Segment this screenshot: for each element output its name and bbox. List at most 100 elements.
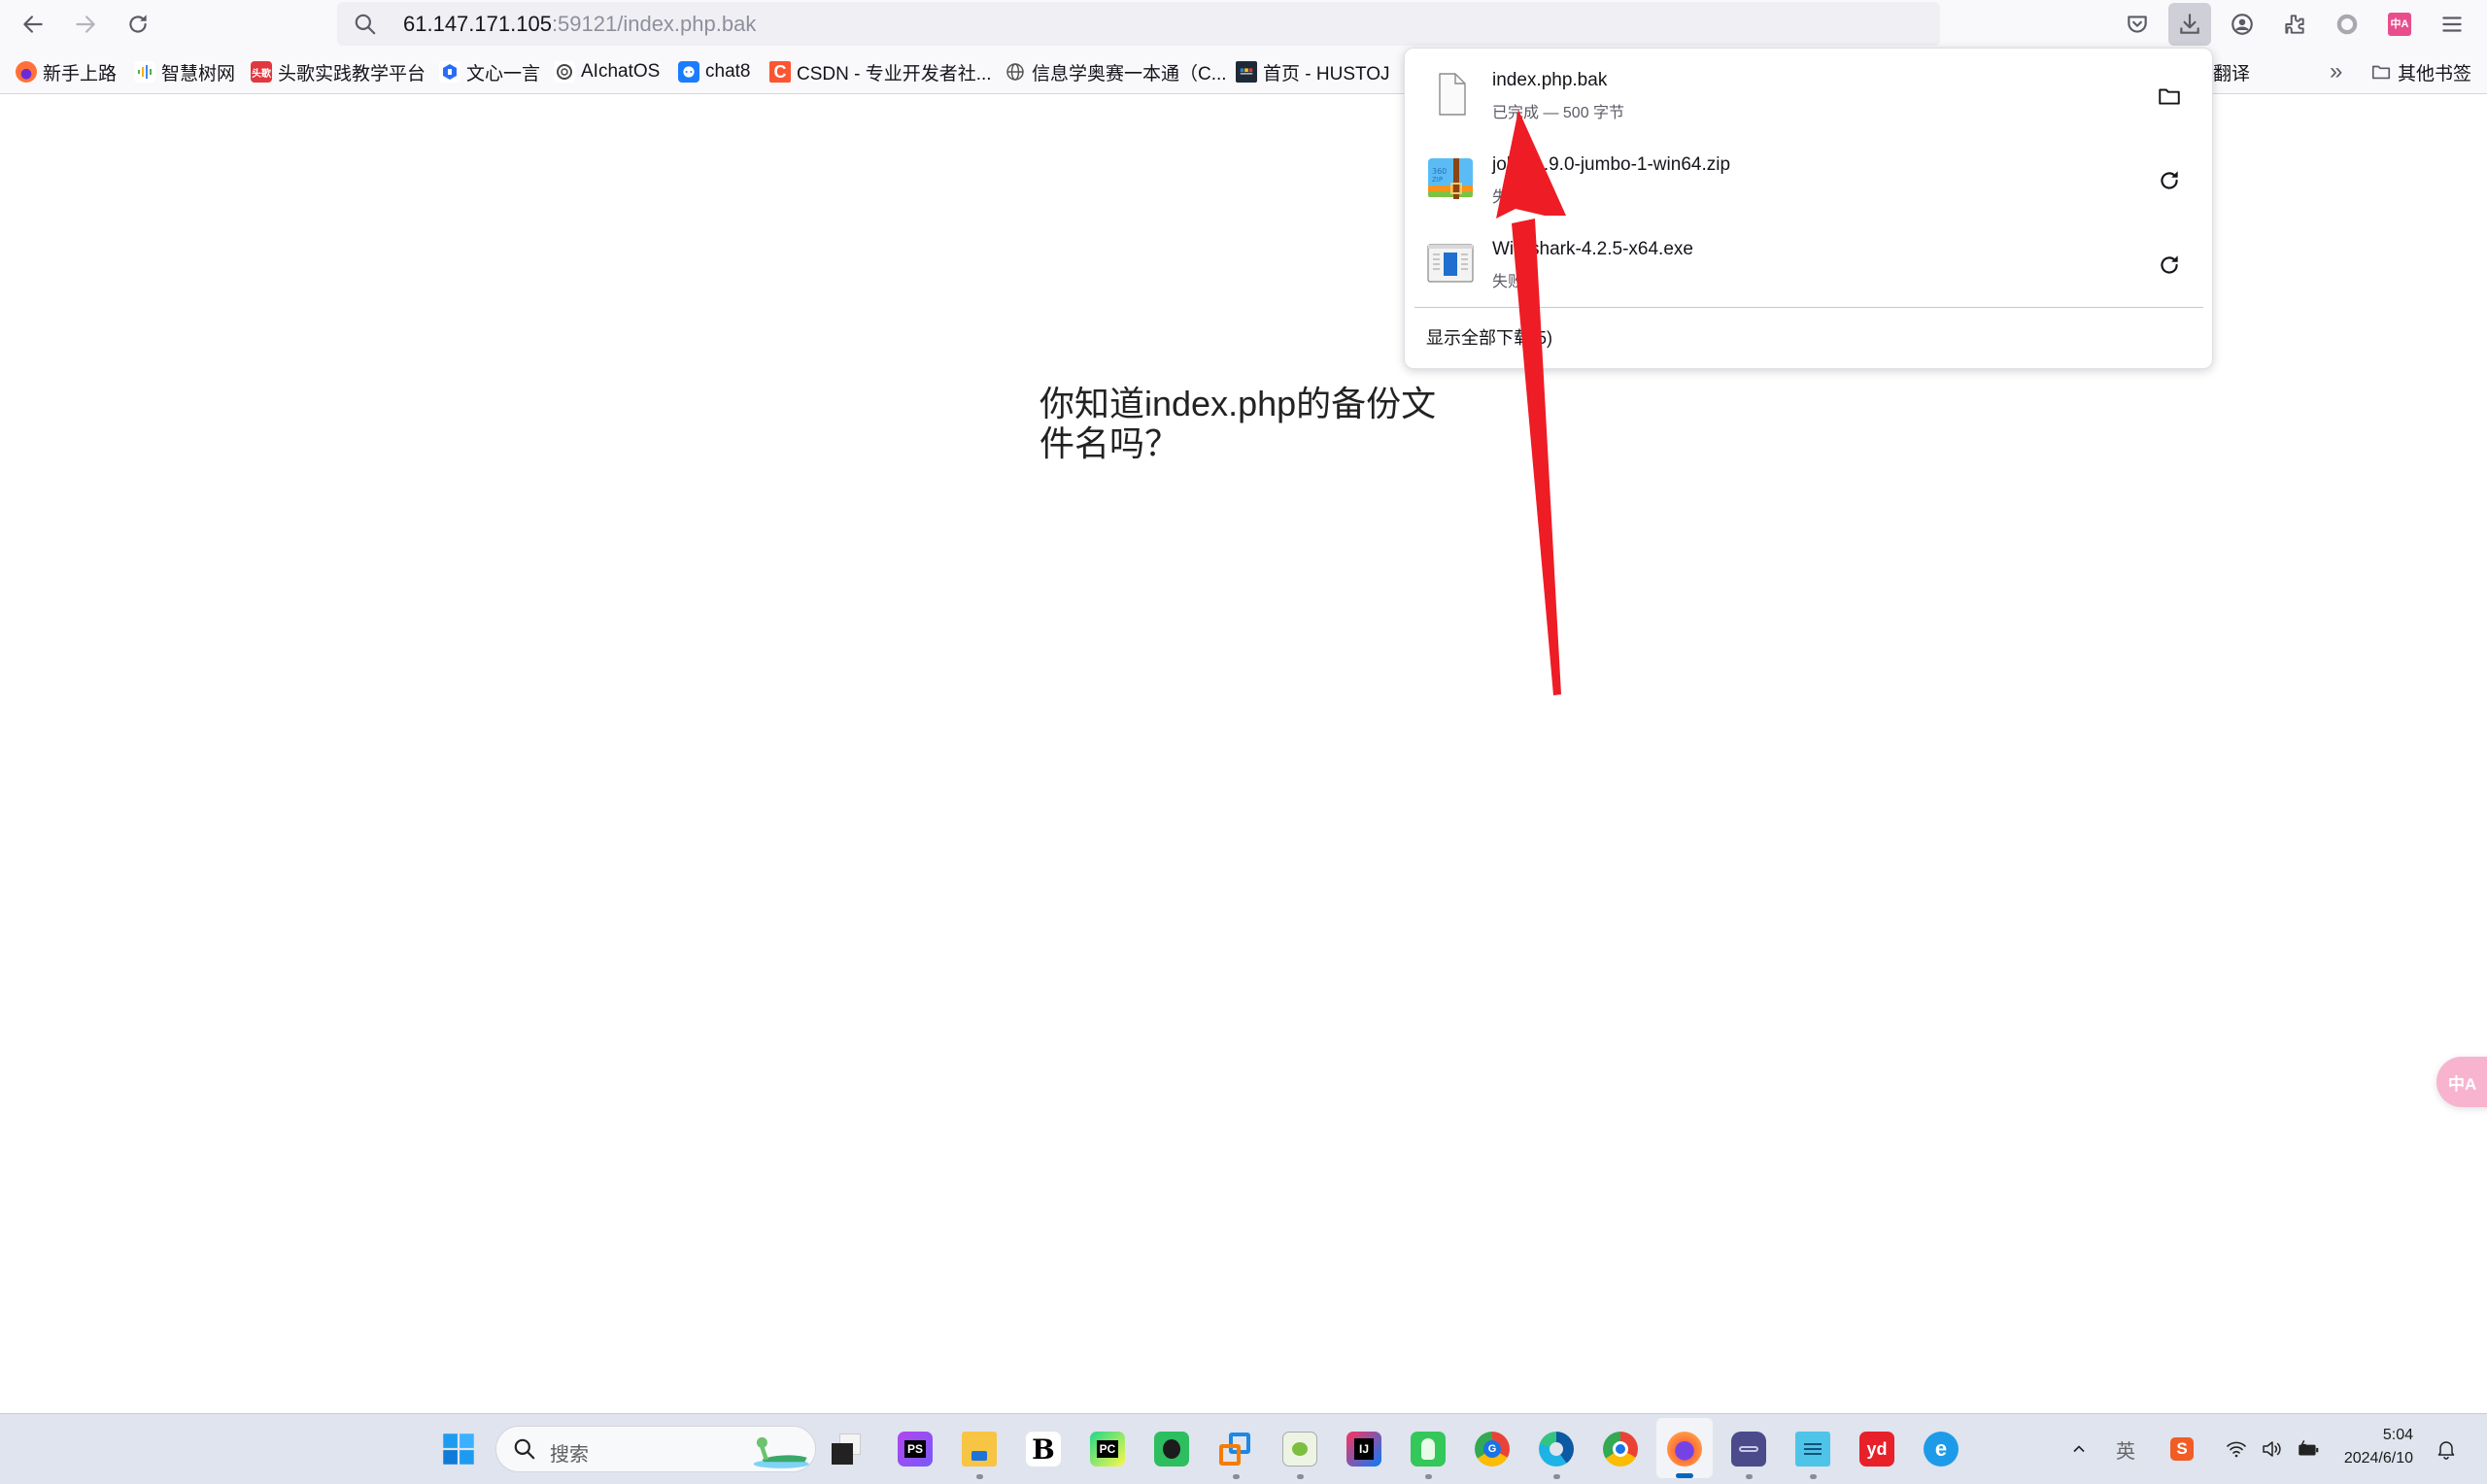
taskbar-app-firefox[interactable] bbox=[1663, 1428, 1706, 1470]
taskbar-search-box[interactable]: 搜索 bbox=[495, 1426, 816, 1472]
retry-icon bbox=[2161, 171, 2178, 189]
blue-e-browser-icon: e bbox=[1924, 1432, 1959, 1467]
battery-charging-icon bbox=[2299, 1439, 2319, 1456]
task-view-icon bbox=[832, 1433, 863, 1465]
url-text[interactable]: 61.147.171.105:59121/index.php.bak bbox=[403, 11, 756, 38]
windows-logo-icon bbox=[443, 1433, 474, 1465]
bookmark-item-partial[interactable]: 翻译 bbox=[2213, 57, 2250, 86]
svg-text:360: 360 bbox=[1432, 167, 1447, 176]
show-hidden-icons-button[interactable] bbox=[2063, 1433, 2095, 1465]
show-all-downloads-button[interactable]: 显示全部下载(5) bbox=[1426, 324, 1552, 350]
taskbar-app-evernote[interactable] bbox=[1150, 1428, 1193, 1470]
notepad-icon bbox=[1795, 1432, 1830, 1467]
taskbar-app-pycharm[interactable]: PC bbox=[1086, 1428, 1129, 1470]
bookmark-item[interactable]: C CSDN - 专业开发者社... bbox=[769, 57, 992, 86]
extensions-button[interactable] bbox=[2273, 3, 2316, 46]
edge-icon bbox=[1539, 1432, 1574, 1467]
running-indicator bbox=[1553, 1474, 1560, 1479]
extension-circle-button[interactable] bbox=[2326, 3, 2368, 46]
sogou-input-button[interactable]: S bbox=[2166, 1433, 2197, 1465]
taskbar-app-burp-suite[interactable]: B bbox=[1022, 1428, 1065, 1470]
reload-button[interactable] bbox=[117, 4, 159, 45]
bookmark-label: 智慧树网 bbox=[161, 63, 236, 84]
burp-icon: B bbox=[1026, 1432, 1061, 1467]
speaker-icon bbox=[2263, 1441, 2281, 1457]
taskbar-app-notepad-plus-plus[interactable] bbox=[1278, 1428, 1321, 1470]
download-item[interactable]: Wireshark-4.2.5-x64.exe 失败 bbox=[1416, 225, 2201, 307]
download-status: 失败 bbox=[1492, 274, 1524, 290]
bookmark-item[interactable]: chat8 bbox=[678, 57, 750, 86]
google-chrome-g-icon: G bbox=[1475, 1432, 1510, 1467]
bookmark-item[interactable]: 信息学奥赛一本通（C... bbox=[1005, 57, 1227, 86]
active-indicator bbox=[1676, 1473, 1693, 1478]
download-status: 失败 bbox=[1492, 189, 1524, 206]
retry-download-button[interactable] bbox=[2149, 160, 2190, 201]
forward-button[interactable] bbox=[64, 4, 107, 45]
battery-button[interactable] bbox=[2293, 1433, 2324, 1465]
taskbar-app-chrome[interactable] bbox=[1599, 1428, 1642, 1470]
other-bookmarks-folder[interactable]: 其他书签 bbox=[2370, 57, 2471, 86]
wenxin-icon bbox=[439, 61, 460, 83]
pocket-button[interactable] bbox=[2116, 3, 2159, 46]
download-filename: john-1.9.0-jumbo-1-win64.zip bbox=[1492, 154, 1731, 175]
bookmark-label: 新手上路 bbox=[43, 63, 118, 84]
dragon-boat-icon bbox=[753, 1436, 809, 1468]
bookmark-label: CSDN - 专业开发者社... bbox=[797, 63, 992, 84]
bookmarks-overflow-button[interactable]: » bbox=[2330, 57, 2342, 86]
taskbar-app-cat[interactable] bbox=[1727, 1428, 1770, 1470]
chevron-up-icon bbox=[2073, 1445, 2085, 1453]
taskbar-app-notepad[interactable] bbox=[1791, 1428, 1834, 1470]
address-bar[interactable]: 61.147.171.105:59121/index.php.bak bbox=[337, 2, 1940, 46]
taskbar-app-file-explorer[interactable] bbox=[958, 1428, 1001, 1470]
downloads-button[interactable] bbox=[2168, 3, 2211, 46]
arrow-left-icon bbox=[23, 16, 43, 33]
clock[interactable]: 5:04 2024/6/10 bbox=[2341, 1424, 2413, 1470]
taskbar-app-edge[interactable] bbox=[1535, 1428, 1578, 1470]
firefox-icon bbox=[16, 61, 37, 83]
retry-icon bbox=[2161, 255, 2178, 274]
start-button[interactable] bbox=[437, 1428, 480, 1470]
ime-indicator[interactable]: 英 bbox=[2110, 1433, 2141, 1465]
download-item[interactable]: 360 ZIP john-1.9.0-jumbo-1-win64.zip 失败 bbox=[1416, 141, 2201, 222]
pycharm-icon: PC bbox=[1090, 1432, 1125, 1467]
search-placeholder: 搜索 bbox=[550, 1444, 589, 1466]
taskbar-app-intellij[interactable]: IJ bbox=[1343, 1428, 1385, 1470]
taskbar-app-chrome-g[interactable]: G bbox=[1471, 1428, 1514, 1470]
file-icon bbox=[1439, 73, 1466, 116]
running-indicator bbox=[1233, 1474, 1240, 1479]
notifications-button[interactable] bbox=[2431, 1433, 2462, 1465]
download-item[interactable]: index.php.bak 已完成 — 500 字节 bbox=[1416, 56, 2201, 138]
taskbar-app-vmware[interactable] bbox=[1214, 1428, 1257, 1470]
running-indicator bbox=[976, 1474, 983, 1479]
chevron-double-right-icon: » bbox=[2330, 58, 2343, 84]
bookmark-item[interactable]: 首页 - HUSTOJ bbox=[1236, 57, 1390, 86]
translate-extension-button[interactable]: 中A bbox=[2378, 3, 2421, 46]
taskbar-app-browser-blue[interactable]: e bbox=[1920, 1428, 1962, 1470]
browser-toolbar: 61.147.171.105:59121/index.php.bak 中A bbox=[0, 0, 2487, 49]
taskbar-app-phpstorm[interactable]: PS bbox=[894, 1428, 937, 1470]
retry-download-button[interactable] bbox=[2149, 245, 2190, 286]
hustoj-icon bbox=[1236, 61, 1257, 83]
svg-text:ZIP: ZIP bbox=[1432, 176, 1443, 184]
windows-taskbar: 搜索 PS B PC IJ G yd e 英 S 5:04 2024/6/10 bbox=[0, 1413, 2487, 1484]
bookmark-item[interactable]: AIchatOS bbox=[554, 57, 660, 86]
taskbar-app-youdao[interactable]: yd bbox=[1856, 1428, 1898, 1470]
wifi-icon bbox=[2227, 1441, 2246, 1458]
bookmark-item[interactable]: 文心一言 bbox=[439, 57, 540, 86]
downloads-panel: index.php.bak 已完成 — 500 字节 360 ZIP john-1… bbox=[1404, 48, 2213, 369]
open-folder-button[interactable] bbox=[2149, 76, 2190, 117]
vmware-icon bbox=[1219, 1433, 1252, 1466]
bookmark-item[interactable]: 头歌 头歌实践教学平台 bbox=[251, 57, 426, 86]
openai-icon bbox=[554, 61, 575, 83]
volume-button[interactable] bbox=[2256, 1433, 2287, 1465]
bars-icon bbox=[134, 61, 155, 83]
floating-translate-button[interactable]: 中A bbox=[2436, 1057, 2487, 1107]
bookmark-item[interactable]: 新手上路 bbox=[16, 57, 117, 86]
back-button[interactable] bbox=[12, 4, 54, 45]
menu-button[interactable] bbox=[2431, 3, 2473, 46]
account-button[interactable] bbox=[2221, 3, 2264, 46]
taskbar-app-task-view[interactable] bbox=[826, 1428, 869, 1470]
bookmark-item[interactable]: 智慧树网 bbox=[134, 57, 235, 86]
wifi-button[interactable] bbox=[2221, 1433, 2252, 1465]
taskbar-app-green[interactable] bbox=[1407, 1428, 1449, 1470]
